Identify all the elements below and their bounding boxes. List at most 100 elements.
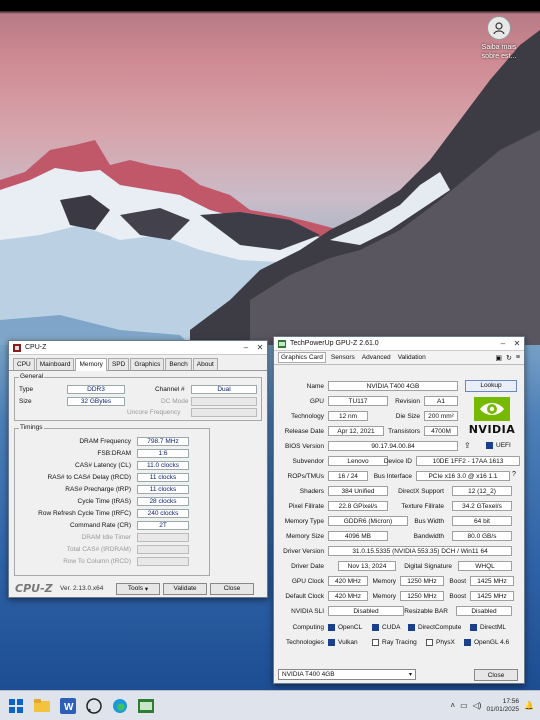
tab-spd[interactable]: SPD	[107, 358, 130, 370]
timing-dim-label: DRAM Idle Timer	[81, 534, 131, 541]
memory-size-label: Memory Size	[286, 533, 324, 540]
tab-sensors[interactable]: Sensors	[331, 354, 355, 361]
digital-signature-label: Digital Signature	[404, 563, 452, 570]
timing-label: Command Rate (CR)	[69, 522, 131, 529]
timing-value: 11.0 clocks	[137, 461, 189, 470]
vulkan-checkbox[interactable]: Vulkan	[328, 639, 358, 646]
dc-mode-value	[191, 397, 257, 406]
sli-value: Disabled	[328, 606, 404, 616]
help-icon[interactable]: ?	[512, 471, 516, 478]
directx-value: 12 (12_2)	[452, 486, 512, 496]
opencl-checkbox[interactable]: OpenCL	[328, 624, 362, 631]
device-id-value: 10DE 1FF2 - 17AA 1613	[416, 456, 520, 466]
close-button[interactable]: Close	[210, 582, 254, 595]
timing-label: FSB:DRAM	[97, 450, 131, 457]
tab-graphics-card[interactable]: Graphics Card	[278, 352, 326, 363]
gpuz-window: TechPowerUp GPU-Z 2.61.0 – ✕ Graphics Ca…	[273, 336, 525, 684]
cpuz-titlebar[interactable]: CPU-Z – ✕	[9, 341, 267, 355]
windows-start-icon[interactable]	[6, 696, 26, 716]
file-explorer-icon[interactable]	[32, 696, 52, 716]
tab-cpu[interactable]: CPU	[13, 358, 35, 370]
default-clock-label: Default Clock	[285, 593, 324, 600]
directcompute-label: DirectCompute	[418, 624, 462, 631]
general-label: General	[19, 373, 45, 380]
close-icon[interactable]: ✕	[510, 337, 524, 350]
gpuz-tabs: Graphics Card Sensors Advanced Validatio…	[274, 351, 524, 365]
pixel-fillrate-label: Pixel Fillrate	[288, 503, 324, 510]
timings-group: Timings DRAM Frequency 798.7 MHz FSB:DRA…	[14, 424, 210, 576]
driver-date-value: Nov 13, 2024	[338, 561, 396, 571]
bus-value: PCIe x16 3.0 @ x16 1.1	[416, 471, 510, 481]
tab-about[interactable]: About	[192, 358, 218, 370]
close-icon[interactable]: ✕	[253, 341, 267, 354]
default-clock-value: 420 MHz	[328, 591, 368, 601]
physx-checkbox[interactable]: PhysX	[426, 639, 455, 646]
cpuz-title: CPU-Z	[25, 344, 47, 351]
tab-graphics[interactable]: Graphics	[130, 358, 165, 370]
default-boost-label: Boost	[449, 593, 466, 600]
vulkan-label: Vulkan	[338, 639, 358, 646]
minimize-button[interactable]: –	[239, 341, 253, 354]
refresh-icon[interactable]: ↻	[506, 354, 512, 362]
word-icon[interactable]: W	[58, 696, 78, 716]
cpuz-tabs: CPU Mainboard Memory SPD Graphics Bench …	[9, 358, 267, 371]
cuda-checkbox[interactable]: CUDA	[372, 624, 400, 631]
validate-button[interactable]: Validate	[163, 582, 207, 595]
bus-width-label: Bus Width	[414, 518, 444, 525]
gpuz-close-button[interactable]: Close	[474, 669, 518, 681]
type-value: DDR3	[67, 385, 125, 394]
memory-type-label: Memory Type	[284, 518, 324, 525]
cpuz-app-icon	[13, 343, 21, 352]
tab-bench[interactable]: Bench	[165, 358, 192, 370]
tab-memory[interactable]: Memory	[75, 358, 107, 371]
gpuz-taskbar-icon[interactable]	[136, 696, 156, 716]
gpuz-app-icon	[278, 339, 286, 348]
release-label: Release Date	[284, 428, 324, 435]
gpu-clock-value: 420 MHz	[328, 576, 368, 586]
chevron-up-icon[interactable]: ˄	[450, 701, 455, 710]
physx-check	[426, 639, 433, 646]
volume-icon[interactable]: ◁)	[473, 701, 482, 710]
uefi-checkbox[interactable]: UEFI	[486, 442, 511, 449]
user-widget[interactable]: Saiba mais sobre est...	[468, 16, 530, 61]
whatsapp-icon[interactable]	[84, 696, 104, 716]
notification-icon[interactable]: 🔔	[524, 701, 534, 710]
directcompute-checkbox[interactable]: DirectCompute	[408, 624, 461, 631]
tools-button[interactable]: Tools ▾	[116, 582, 160, 595]
camera-icon[interactable]: ▣	[495, 354, 502, 362]
timing-value: 28 clocks	[137, 497, 189, 506]
edge-icon[interactable]	[110, 696, 130, 716]
cuda-check	[372, 624, 379, 631]
texture-fillrate-label: Texture Fillrate	[401, 503, 444, 510]
timing-value: 11 clocks	[137, 485, 189, 494]
minimize-button[interactable]: –	[496, 337, 510, 350]
system-tray: ˄ ▭ ◁) 17:56 01/01/2025 🔔	[450, 698, 534, 714]
chevron-down-icon: ▾	[408, 672, 412, 678]
tab-advanced[interactable]: Advanced	[362, 354, 391, 361]
tab-validation[interactable]: Validation	[398, 354, 426, 361]
directml-check	[470, 624, 477, 631]
menu-icon[interactable]: ≡	[516, 354, 520, 362]
memory-clock-label: Memory	[372, 578, 396, 585]
card-select[interactable]: NVIDIA T400 4GB ▾	[278, 669, 416, 680]
share-icon[interactable]: ⇪	[464, 441, 471, 450]
directml-checkbox[interactable]: DirectML	[470, 624, 506, 631]
bios-value: 90.17.94.00.84	[328, 441, 458, 451]
release-value: Apr 12, 2021	[328, 426, 384, 436]
directml-label: DirectML	[480, 624, 507, 631]
lookup-button[interactable]: Lookup	[465, 380, 517, 392]
timings-label: Timings	[19, 424, 44, 431]
raytracing-checkbox[interactable]: Ray Tracing	[372, 639, 417, 646]
opencl-check	[328, 624, 335, 631]
revision-value: A1	[424, 396, 458, 406]
clock[interactable]: 17:56 01/01/2025	[486, 698, 519, 714]
tab-mainboard[interactable]: Mainboard	[35, 358, 75, 370]
gpuz-titlebar[interactable]: TechPowerUp GPU-Z 2.61.0 – ✕	[274, 337, 524, 351]
opengl-checkbox[interactable]: OpenGL 4.6	[464, 639, 509, 646]
transistors-label: Transistors	[388, 428, 420, 435]
clock-date: 01/01/2025	[486, 705, 520, 713]
resizable-bar-label: Resizable BAR	[404, 608, 448, 615]
sli-label: NVIDIA SLI	[291, 608, 324, 615]
technology-value: 12 nm	[328, 411, 368, 421]
network-icon[interactable]: ▭	[460, 701, 468, 710]
